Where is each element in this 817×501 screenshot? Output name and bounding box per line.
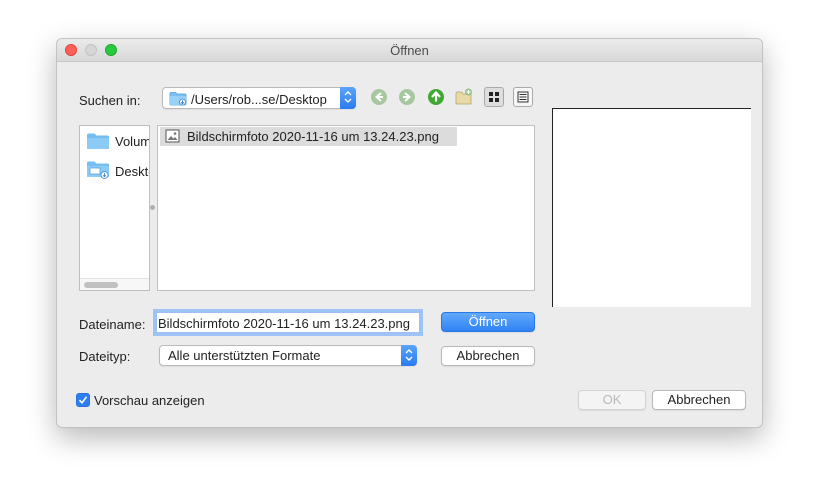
new-folder-icon xyxy=(455,88,472,105)
up-down-chevron-icon xyxy=(405,349,413,361)
sidebar-item-desktop[interactable]: Desktop xyxy=(80,156,149,186)
folder-icon xyxy=(87,133,109,149)
file-name: Bildschirmfoto 2020-11-16 um 13.24.23.pn… xyxy=(187,129,439,144)
cancel-inner-button[interactable]: Abbrechen xyxy=(441,346,535,366)
preview-checkbox-label[interactable]: Vorschau anzeigen xyxy=(94,393,205,408)
sidebar-item-volumes[interactable]: Volumes xyxy=(80,126,149,156)
filetype-stepper[interactable] xyxy=(401,345,417,366)
arrow-up-icon xyxy=(428,89,444,105)
filename-value: Bildschirmfoto 2020-11-16 um 13.24.23.pn… xyxy=(158,316,410,331)
sidebar: Volumes Desktop xyxy=(79,125,150,291)
up-button[interactable] xyxy=(426,87,446,107)
sidebar-item-label: Desktop xyxy=(115,164,149,179)
up-down-chevron-icon xyxy=(344,91,352,103)
filename-input[interactable]: Bildschirmfoto 2020-11-16 um 13.24.23.pn… xyxy=(156,312,420,333)
title-bar: Öffnen xyxy=(57,39,762,62)
detail-view-icon xyxy=(489,92,499,102)
splitter-handle[interactable] xyxy=(150,205,155,210)
look-in-label: Suchen in: xyxy=(79,93,141,108)
preview-pane xyxy=(552,108,751,307)
arrow-left-icon xyxy=(371,89,387,105)
desktop-folder-icon xyxy=(87,161,109,179)
detail-view-button[interactable] xyxy=(484,87,504,107)
list-item[interactable]: Bildschirmfoto 2020-11-16 um 13.24.23.pn… xyxy=(160,127,457,146)
list-view-icon xyxy=(517,91,529,103)
new-folder-button[interactable] xyxy=(454,87,474,107)
open-dialog: Öffnen Suchen in: /Users/rob...se/Deskto… xyxy=(56,38,763,428)
filetype-value: Alle unterstützten Formate xyxy=(168,348,321,363)
desktop-folder-icon xyxy=(169,92,187,106)
file-list: Bildschirmfoto 2020-11-16 um 13.24.23.pn… xyxy=(157,125,535,291)
back-button[interactable] xyxy=(369,87,389,107)
ok-button[interactable]: OK xyxy=(578,390,646,410)
image-file-icon xyxy=(165,129,180,143)
checkmark-icon xyxy=(78,396,88,405)
sidebar-scrollbar[interactable] xyxy=(80,278,149,290)
sidebar-scrollbar-thumb[interactable] xyxy=(84,282,118,288)
filetype-select[interactable]: Alle unterstützten Formate xyxy=(159,345,417,366)
open-button[interactable]: Öffnen xyxy=(441,312,535,332)
cancel-button[interactable]: Abbrechen xyxy=(652,390,746,410)
forward-button[interactable] xyxy=(397,87,417,107)
sidebar-item-label: Volumes xyxy=(115,134,150,149)
arrow-right-icon xyxy=(399,89,415,105)
filename-label: Dateiname: xyxy=(79,317,146,332)
look-in-path: /Users/rob...se/Desktop xyxy=(191,92,327,107)
look-in-combo[interactable]: /Users/rob...se/Desktop xyxy=(162,87,356,109)
preview-checkbox[interactable] xyxy=(76,393,90,407)
window-title: Öffnen xyxy=(390,43,429,58)
list-view-button[interactable] xyxy=(513,87,533,107)
filetype-label: Dateityp: xyxy=(79,349,131,364)
look-in-stepper[interactable] xyxy=(340,87,356,109)
